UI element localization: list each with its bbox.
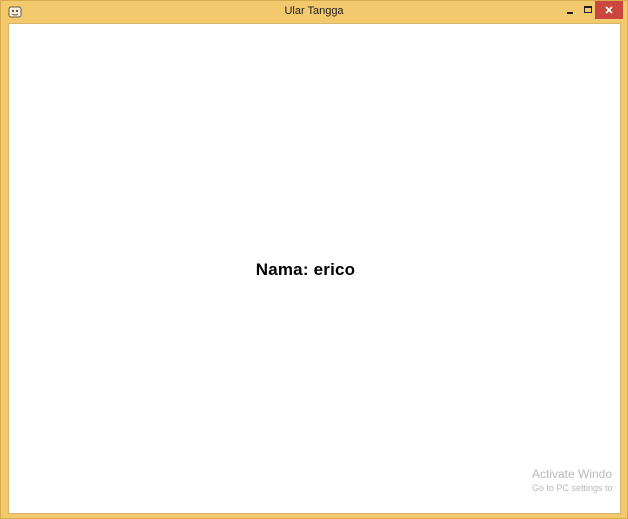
watermark-line-2: Go to PC settings to — [532, 483, 613, 493]
game-canvas[interactable]: Nama: erico — [8, 23, 621, 514]
minimize-button[interactable] — [561, 1, 579, 19]
close-icon — [605, 6, 613, 14]
maximize-icon — [584, 6, 592, 13]
activation-watermark: Activate Windo Go to PC settings to — [532, 467, 622, 494]
app-window: Ular Tangga Nama: erico Activate Windo G… — [0, 0, 628, 519]
watermark-line-1: Activate Windo — [532, 467, 613, 481]
close-button[interactable] — [595, 1, 623, 19]
title-bar[interactable]: Ular Tangga — [1, 1, 627, 23]
window-title: Ular Tangga — [284, 5, 344, 17]
minimize-icon — [567, 12, 573, 14]
player-name-label: Nama: erico — [255, 260, 356, 279]
